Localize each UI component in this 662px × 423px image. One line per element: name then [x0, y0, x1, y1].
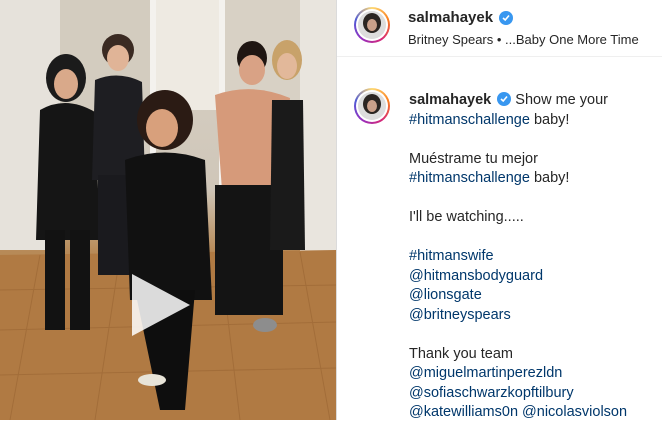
- caption-line-2: #hitmanschallenge baby!: [409, 111, 659, 131]
- profile-photo: [358, 92, 386, 120]
- hashtag-link[interactable]: #hitmanschallenge: [409, 112, 530, 128]
- post-caption: salmahayek Show me your #hitmanschalleng…: [409, 90, 659, 423]
- hashtag-link[interactable]: #hitmanswife: [409, 248, 494, 264]
- avatar[interactable]: [354, 7, 390, 43]
- caption-line-4: #hitmanschallenge baby!: [409, 169, 659, 189]
- mention-link[interactable]: @sofiaschwarzkopftilbury: [409, 385, 574, 401]
- instagram-post: salmahayek Britney Spears • ...Baby One …: [0, 0, 662, 420]
- play-icon: [132, 274, 190, 336]
- profile-photo: [358, 11, 386, 39]
- caption-username[interactable]: salmahayek: [409, 92, 491, 108]
- post-sidebar: salmahayek Britney Spears • ...Baby One …: [337, 0, 662, 420]
- caption-avatar[interactable]: [354, 88, 390, 124]
- audio-track[interactable]: Britney Spears • ...Baby One More Time: [408, 32, 639, 47]
- caption-thanks: Thank you team: [409, 345, 513, 362]
- verified-badge-icon: [499, 11, 513, 25]
- mention-link[interactable]: @katewilliams0n: [409, 404, 518, 420]
- caption-intro: Show me your: [515, 92, 608, 108]
- mention-link[interactable]: @lionsgate: [409, 287, 482, 303]
- hashtag-link[interactable]: #hitmanschallenge: [409, 170, 530, 186]
- header-username[interactable]: salmahayek: [408, 9, 493, 26]
- caption-text: baby!: [529, 170, 570, 186]
- post-header: salmahayek Britney Spears • ...Baby One …: [337, 0, 662, 57]
- mention-link[interactable]: @hitmansbodyguard: [409, 268, 543, 284]
- post-video[interactable]: [0, 0, 336, 420]
- mention-link[interactable]: @britneyspears: [409, 307, 511, 323]
- caption-spanish: Muéstrame tu mejor: [409, 150, 538, 167]
- play-button[interactable]: [124, 270, 194, 340]
- video-frame: [0, 0, 336, 420]
- caption-text: baby!: [529, 111, 570, 128]
- caption-watching: I'll be watching.....: [409, 209, 524, 225]
- caption-line-1: salmahayek Show me your: [409, 90, 659, 111]
- mention-link[interactable]: @nicolasviolson: [522, 404, 627, 420]
- verified-badge-icon: [497, 92, 512, 106]
- mention-link[interactable]: @miguelmartinperezldn: [409, 365, 562, 381]
